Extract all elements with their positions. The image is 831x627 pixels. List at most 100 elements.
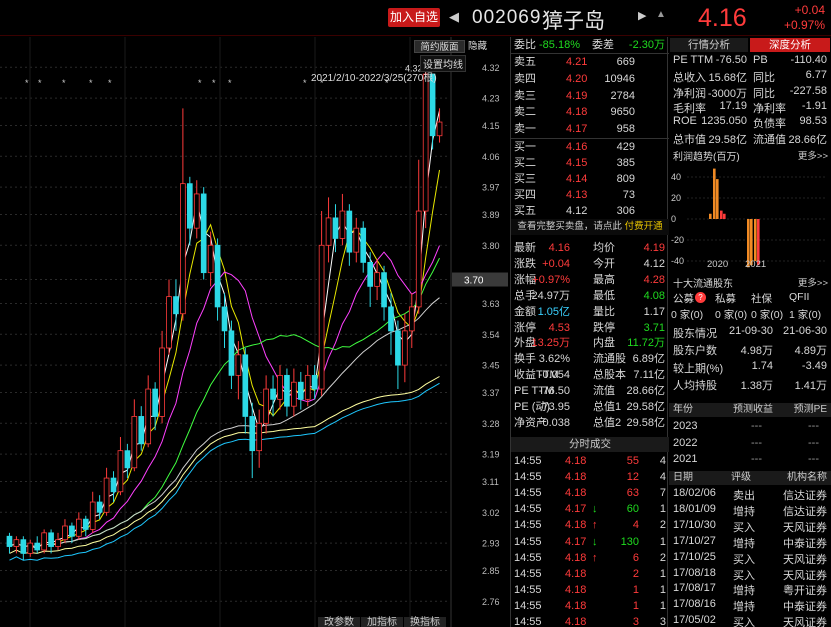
stat-label: 总股本 <box>593 369 626 382</box>
y-tick-label: 2.85 <box>482 566 500 576</box>
candle-body <box>193 193 200 229</box>
kline-chart[interactable]: 4.32 4.23 4.15 4.06 3.97 3.89 3.80 3.63 3.54 3.45… <box>0 37 509 627</box>
forecast-year: 2021 <box>673 453 698 465</box>
candle-body <box>76 518 82 537</box>
forecast-eps: --- <box>751 420 762 432</box>
y-tick-label: 3.45 <box>482 361 500 371</box>
fund-info-icon[interactable]: ? <box>695 292 706 303</box>
forecast-eps: --- <box>751 453 762 465</box>
tick-price: 4.18 <box>565 471 587 484</box>
candle-body <box>20 539 27 554</box>
holder-type: QFII <box>789 291 810 303</box>
tick-count: 4 <box>659 471 666 484</box>
share-row: 股东户数 4.98万 4.89万 <box>669 342 831 358</box>
metric-row: PE TTM -76.50 PB -110.40 <box>669 54 831 69</box>
stat-value: 4.28 <box>643 273 665 286</box>
tick-row: 14:55 4.18 12 4 <box>511 469 669 485</box>
metric-row: 总收入 15.68亿 同比 6.77 <box>669 69 831 84</box>
rating-grade: 增持 <box>733 505 755 518</box>
price-change: +0.04 +0.97% <box>783 3 825 32</box>
event-marker-icon[interactable]: * <box>303 78 307 88</box>
event-marker-icon[interactable]: * <box>212 78 216 88</box>
stat-row: 换手 3.62% 流通股 6.89亿 <box>511 351 669 367</box>
holders-more-link[interactable]: 更多>> <box>798 275 828 289</box>
y-tick-label: 3.37 <box>482 388 500 398</box>
metric-value: -227.58 <box>789 84 827 97</box>
rating-row: 17/10/27 增持 中泰证券 <box>669 535 831 550</box>
candle-body <box>242 354 249 417</box>
stat-value: 13.25万 <box>531 337 570 350</box>
hide-panel-button[interactable]: 隐藏 <box>468 40 504 53</box>
stat-value: 4.16 <box>548 242 570 254</box>
candle-body <box>207 244 214 274</box>
candle-body <box>173 296 179 315</box>
candle-body <box>13 539 20 547</box>
ask-volume: 958 <box>616 123 635 136</box>
tick-row: 14:55 4.18 2 1 <box>511 566 669 582</box>
event-marker-icon[interactable]: * <box>89 78 93 88</box>
metric-value: 98.53 <box>799 115 827 128</box>
profit-bar <box>720 210 723 219</box>
alert-bell-icon[interactable]: ▲ <box>656 9 666 20</box>
metric-label: 净利率 <box>753 102 786 115</box>
ask-label: 卖四 <box>514 72 536 85</box>
next-stock-icon[interactable]: ▶ <box>638 9 646 22</box>
profit-y-tick: 40 <box>671 172 681 182</box>
metric-row: 毛利率 17.19 净利率 -1.91 <box>669 100 831 115</box>
rating-header: 日期 评级 机构名称 <box>669 471 831 485</box>
ask-row: 卖三 4.19 2784 <box>511 88 669 104</box>
candle-body <box>374 272 380 287</box>
edit-params-tab[interactable]: 改参数 <box>318 617 360 627</box>
last-price: 4.16 <box>698 4 747 32</box>
candle-body <box>339 210 346 239</box>
candle-body <box>117 450 124 493</box>
event-marker-icon[interactable]: * <box>108 78 112 88</box>
stat-row: 收益TTM -0.054 总股本 7.11亿 <box>511 367 669 383</box>
stat-label: 涨跌 <box>514 257 536 270</box>
simple-layout-button[interactable]: 简约版面 <box>414 40 465 53</box>
stat-row: 最新 4.16 均价 4.19 <box>511 240 669 256</box>
profit-more-link[interactable]: 更多>> <box>798 148 828 162</box>
event-marker-icon[interactable]: * <box>198 78 202 88</box>
event-marker-icon[interactable]: * <box>62 78 66 88</box>
add-indicator-tab[interactable]: 加指标 <box>361 617 403 627</box>
tab-deep-analysis[interactable]: 深度分析 <box>750 38 830 52</box>
tab-market-analysis[interactable]: 行情分析 <box>670 38 748 52</box>
candle-body <box>103 477 110 513</box>
ask-row: 卖二 4.18 9650 <box>511 104 669 120</box>
tick-time: 14:55 <box>514 616 542 627</box>
stat-label: 金额 <box>514 305 536 318</box>
tick-volume: 130 <box>620 535 639 548</box>
forecast-pe: --- <box>808 420 819 432</box>
rating-broker: 天风证券 <box>783 617 827 627</box>
full-orderbook-notice[interactable]: 查看完整买卖盘，请点此 付费开通 <box>511 219 669 235</box>
candle-body <box>311 374 318 390</box>
prev-stock-icon[interactable]: ◀ <box>449 9 459 25</box>
forecast-pe: --- <box>808 436 819 449</box>
event-marker-icon[interactable]: * <box>228 78 232 88</box>
tick-time: 14:55 <box>514 551 542 564</box>
event-marker-icon[interactable]: * <box>25 78 29 88</box>
rating-date: 17/05/02 <box>673 614 716 627</box>
candle-body <box>152 388 158 417</box>
candle-body <box>332 217 339 239</box>
tick-volume: 1 <box>632 599 639 612</box>
y-tick-label: 4.23 <box>482 94 500 104</box>
indicator-toolbar: 改参数 加指标 换指标 <box>318 617 447 627</box>
candle-body <box>235 354 242 376</box>
tick-price: 4.17 <box>565 503 587 516</box>
tick-count: 1 <box>659 503 666 516</box>
holder-type: 私募 <box>715 293 736 305</box>
metric-label: 总市值 <box>673 133 706 146</box>
candle-body <box>138 416 145 445</box>
add-watchlist-button[interactable]: 加入自选 <box>388 8 440 27</box>
candle-body <box>325 217 332 246</box>
switch-indicator-tab[interactable]: 换指标 <box>404 617 446 627</box>
event-marker-icon[interactable]: * <box>38 78 42 88</box>
rating-broker: 中泰证券 <box>783 537 827 550</box>
rating-date: 18/01/09 <box>673 502 716 515</box>
metric-label: 流通值 <box>753 133 786 146</box>
pay-link[interactable]: 付费开通 <box>625 221 663 232</box>
stat-value: 4.53 <box>548 321 570 334</box>
stat-row: 总手 24.97万 最低 4.08 <box>511 288 669 304</box>
